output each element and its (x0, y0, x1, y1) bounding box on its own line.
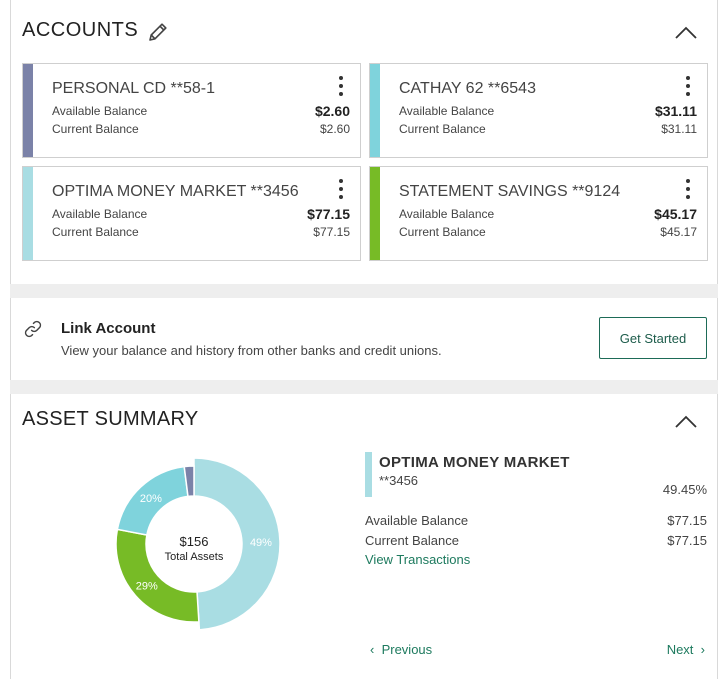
available-balance-label: Available Balance (52, 207, 148, 221)
current-balance-label: Current Balance (399, 122, 486, 136)
current-balance-label: Current Balance (399, 225, 486, 239)
current-balance-label: Current Balance (365, 533, 459, 548)
account-card-optima-money-market[interactable]: OPTIMA MONEY MARKET **3456 Available Bal… (22, 166, 361, 261)
previous-label: Previous (381, 642, 433, 657)
donut-slice-label: 20% (140, 493, 162, 505)
current-balance-value: $77.15 (667, 533, 707, 548)
available-balance-value: $31.11 (654, 103, 697, 119)
total-assets-label: Total Assets (165, 551, 224, 563)
link-account-description: View your balance and history from other… (61, 343, 442, 358)
current-balance-label: Current Balance (52, 122, 139, 136)
current-balance-value: $45.17 (660, 225, 697, 239)
pencil-icon[interactable] (146, 20, 170, 44)
available-balance-value: $2.60 (314, 103, 350, 119)
next-label: Next (666, 642, 694, 657)
account-color-bar (370, 167, 380, 260)
available-balance-label: Available Balance (399, 207, 495, 221)
current-balance-value: $2.60 (319, 122, 350, 136)
current-balance-value: $77.15 (313, 225, 350, 239)
collapse-asset-summary-chevron-up-icon[interactable] (674, 413, 698, 429)
current-balance-label: Current Balance (52, 225, 139, 239)
donut-slice-label: 29% (136, 581, 158, 593)
available-balance-label: Available Balance (365, 513, 469, 528)
asset-donut-chart[interactable]: 49% 29% 20% $156 Total Assets (114, 456, 284, 632)
link-account-title: Link Account (61, 320, 156, 337)
selected-account-number: **3456 (379, 473, 419, 488)
available-balance-value: $45.17 (654, 206, 697, 222)
chevron-right-icon: › (700, 642, 705, 657)
accounts-title: ACCOUNTS (22, 19, 139, 41)
section-divider (10, 284, 718, 298)
selected-account-percent: 49.45% (662, 482, 707, 497)
available-balance-label: Available Balance (399, 104, 495, 118)
account-card-statement-savings[interactable]: STATEMENT SAVINGS **9124 Available Balan… (369, 166, 708, 261)
available-balance-value: $77.15 (307, 206, 350, 222)
total-assets-value: $156 (180, 534, 209, 549)
current-balance-value: $31.11 (661, 122, 697, 136)
collapse-accounts-chevron-up-icon[interactable] (674, 24, 698, 40)
available-balance-label: Available Balance (52, 104, 148, 118)
donut-slice-label: 49% (250, 537, 272, 549)
available-balance-value: $77.15 (667, 513, 707, 528)
account-color-bar (23, 64, 33, 157)
asset-summary-title: ASSET SUMMARY (22, 408, 199, 430)
account-name: PERSONAL CD **58-1 (52, 80, 216, 97)
account-color-bar (370, 64, 380, 157)
more-options-kebab-icon[interactable] (336, 74, 346, 98)
chevron-left-icon: ‹ (370, 642, 375, 657)
link-icon (24, 320, 42, 338)
account-card-personal-cd[interactable]: PERSONAL CD **58-1 Available Balance $2.… (22, 63, 361, 158)
selected-account-color-bar (365, 452, 372, 497)
account-name: OPTIMA MONEY MARKET **3456 (52, 183, 299, 200)
previous-button[interactable]: ‹ Previous (370, 642, 432, 657)
section-divider (10, 380, 718, 394)
account-card-cathay[interactable]: CATHAY 62 **6543 Available Balance $31.1… (369, 63, 708, 158)
get-started-button[interactable]: Get Started (599, 317, 707, 359)
account-name: STATEMENT SAVINGS **9124 (399, 183, 621, 200)
more-options-kebab-icon[interactable] (683, 177, 693, 201)
next-button[interactable]: Next › (667, 642, 705, 657)
selected-account-name: OPTIMA MONEY MARKET (379, 454, 570, 471)
more-options-kebab-icon[interactable] (683, 74, 693, 98)
account-name: CATHAY 62 **6543 (399, 80, 536, 97)
view-transactions-link[interactable]: View Transactions (365, 552, 470, 567)
account-color-bar (23, 167, 33, 260)
more-options-kebab-icon[interactable] (336, 177, 346, 201)
